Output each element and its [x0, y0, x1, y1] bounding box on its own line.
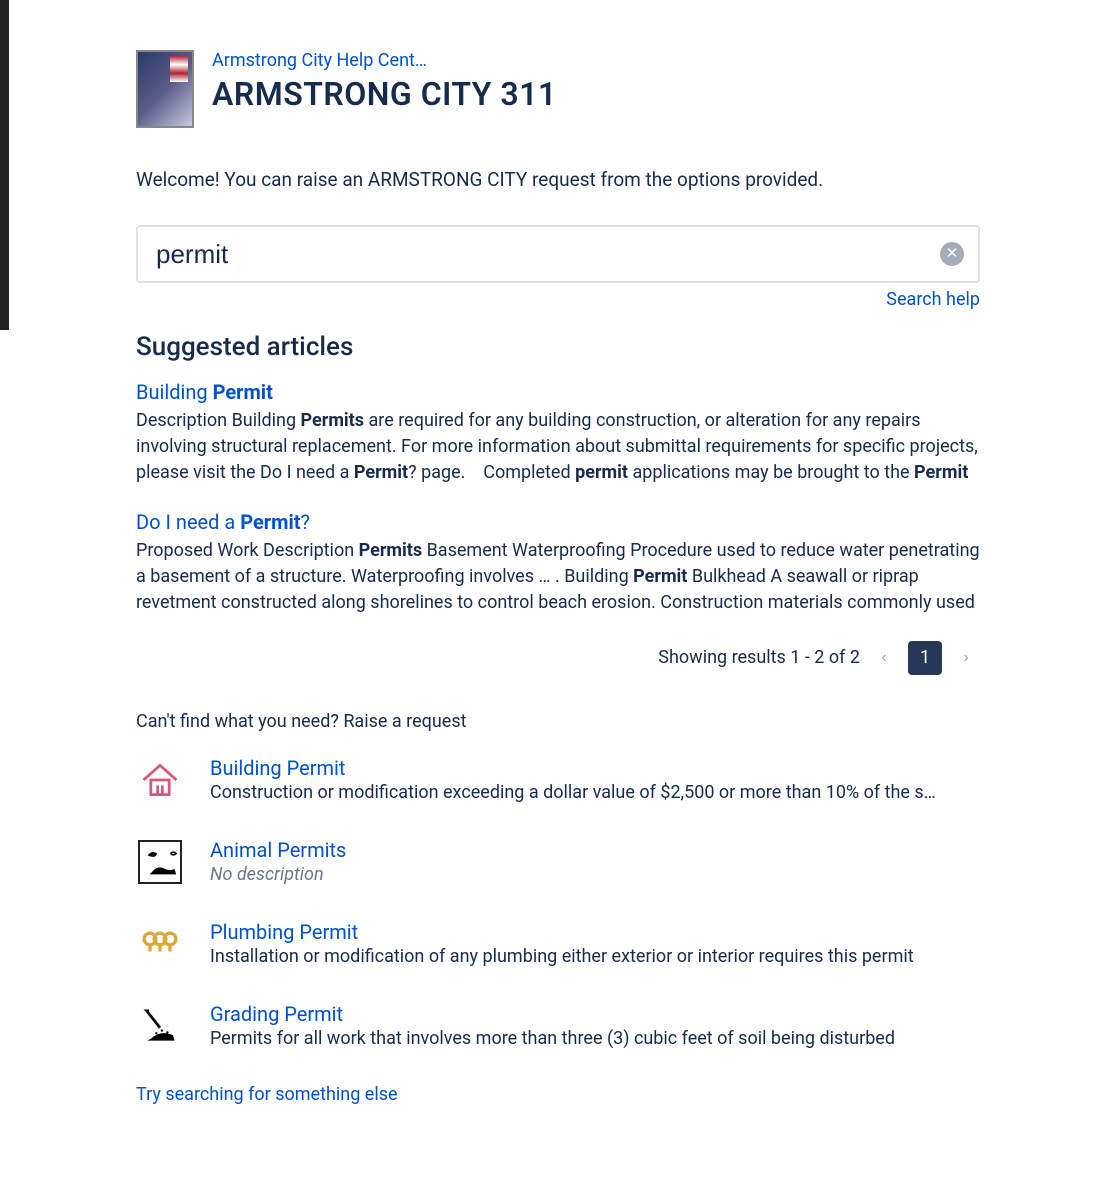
main-content: Armstrong City Help Cent… ARMSTRONG CITY…	[0, 0, 1060, 1145]
breadcrumb[interactable]: Armstrong City Help Cent…	[212, 50, 557, 71]
search-input[interactable]	[136, 225, 980, 283]
pagination-prev[interactable]: ‹	[870, 643, 898, 673]
request-type-desc: Construction or modification exceeding a…	[210, 782, 936, 803]
raise-request-heading: Can't find what you need? Raise a reques…	[136, 711, 980, 732]
plumbing-icon	[136, 920, 184, 968]
request-type-title[interactable]: Grading Permit	[210, 1002, 895, 1026]
pagination-summary: Showing results 1 - 2 of 2	[658, 647, 860, 668]
animals-icon	[136, 838, 184, 886]
grading-icon	[136, 1002, 184, 1050]
pagination: Showing results 1 - 2 of 2 ‹ 1 ›	[136, 641, 980, 675]
chevron-left-icon: ‹	[881, 649, 886, 667]
request-type-desc: No description	[210, 864, 346, 885]
try-something-else-link[interactable]: Try searching for something else	[136, 1084, 398, 1105]
dark-side-panel	[0, 0, 9, 330]
request-type-item[interactable]: Grading PermitPermits for all work that …	[136, 1002, 980, 1050]
request-type-title[interactable]: Building Permit	[210, 756, 936, 780]
search-help-link[interactable]: Search help	[136, 289, 980, 310]
search-container: ✕	[136, 225, 980, 283]
house-icon	[136, 756, 184, 804]
article-title-link[interactable]: Do I need a Permit?	[136, 510, 310, 534]
breadcrumb-link[interactable]: Armstrong City Help Cent…	[212, 50, 427, 71]
suggested-articles-heading: Suggested articles	[136, 332, 980, 362]
page-title: ARMSTRONG CITY 311	[212, 75, 557, 113]
request-type-desc: Installation or modification of any plum…	[210, 946, 914, 967]
request-type-title[interactable]: Animal Permits	[210, 838, 346, 862]
portal-logo	[136, 50, 194, 128]
article-snippet: Proposed Work Description Permits Baseme…	[136, 538, 980, 616]
pagination-current[interactable]: 1	[908, 641, 942, 675]
header: Armstrong City Help Cent… ARMSTRONG CITY…	[136, 50, 980, 128]
request-type-item[interactable]: Building PermitConstruction or modificat…	[136, 756, 980, 804]
clear-search-button[interactable]: ✕	[940, 242, 964, 266]
request-type-item[interactable]: Animal PermitsNo description	[136, 838, 980, 886]
article-snippet: Description Building Permits are require…	[136, 408, 980, 486]
close-icon: ✕	[946, 245, 959, 262]
suggested-article: Building Permit Description Building Perm…	[136, 380, 980, 486]
suggested-article: Do I need a Permit? Proposed Work Descrip…	[136, 510, 980, 616]
article-title-link[interactable]: Building Permit	[136, 380, 273, 404]
pagination-next[interactable]: ›	[952, 643, 980, 673]
request-type-item[interactable]: Plumbing PermitInstallation or modificat…	[136, 920, 980, 968]
request-type-title[interactable]: Plumbing Permit	[210, 920, 914, 944]
chevron-right-icon: ›	[963, 649, 968, 667]
request-type-desc: Permits for all work that involves more …	[210, 1028, 895, 1049]
welcome-text: Welcome! You can raise an ARMSTRONG CITY…	[136, 168, 980, 191]
